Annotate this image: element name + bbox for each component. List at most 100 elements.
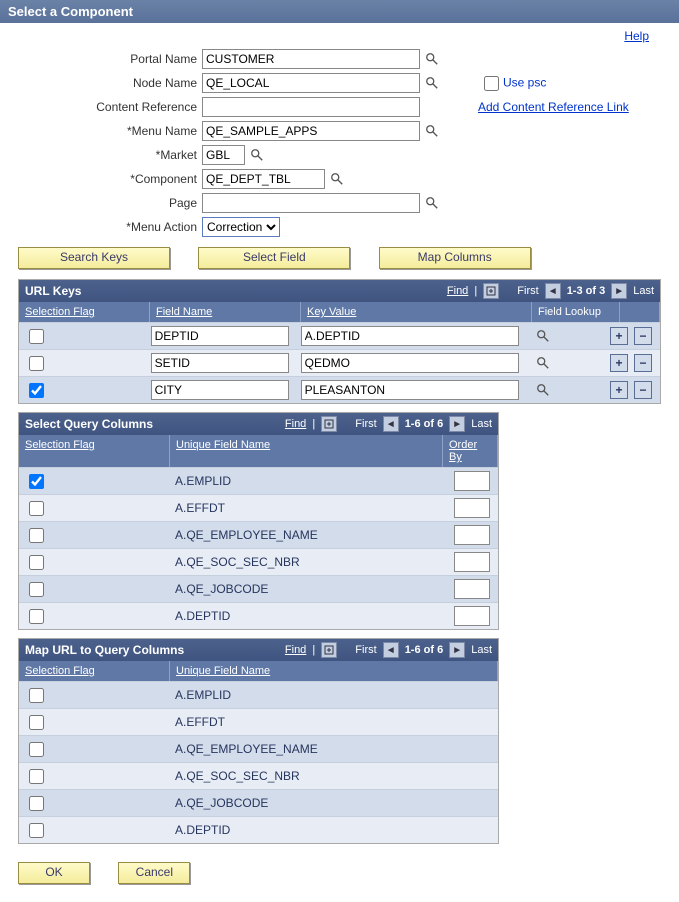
row-checkbox[interactable] (29, 823, 44, 838)
next-icon[interactable]: ► (449, 642, 465, 658)
lookup-icon[interactable] (535, 355, 551, 371)
lookup-icon[interactable] (424, 123, 440, 139)
field-name-label: A.QE_EMPLOYEE_NAME (169, 736, 498, 762)
field-name-label: A.EMPLID (169, 468, 448, 494)
add-content-ref-link[interactable]: Add Content Reference Link (478, 100, 629, 114)
row-checkbox[interactable] (29, 688, 44, 703)
delete-row-icon[interactable]: − (634, 327, 652, 345)
row-checkbox[interactable] (29, 582, 44, 597)
find-link[interactable]: Find (285, 644, 306, 656)
key-value-input[interactable] (301, 353, 519, 373)
add-row-icon[interactable]: + (610, 354, 628, 372)
label-page: Page (0, 196, 202, 210)
cancel-button[interactable]: Cancel (118, 862, 190, 884)
table-row: A.EFFDT (19, 494, 498, 521)
col-key-value[interactable]: Key Value (301, 302, 532, 322)
row-checkbox[interactable] (29, 742, 44, 757)
field-name-input[interactable] (151, 353, 289, 373)
ok-button[interactable]: OK (18, 862, 90, 884)
content-ref-input[interactable] (202, 97, 420, 117)
page-title: Select a Component (0, 0, 679, 23)
use-psc-checkbox[interactable] (484, 76, 499, 91)
field-name-input[interactable] (151, 380, 289, 400)
order-by-input[interactable] (454, 498, 490, 518)
next-icon[interactable]: ► (449, 416, 465, 432)
field-name-input[interactable] (151, 326, 289, 346)
row-checkbox[interactable] (29, 474, 44, 489)
col-selection-flag[interactable]: Selection Flag (19, 302, 150, 322)
search-keys-button[interactable]: Search Keys (18, 247, 170, 269)
map-url-columns-panel: Map URL to Query Columns Find | First ◄ … (18, 638, 499, 844)
row-checkbox[interactable] (29, 555, 44, 570)
prev-icon[interactable]: ◄ (545, 283, 561, 299)
row-checkbox[interactable] (29, 329, 44, 344)
row-checkbox[interactable] (29, 383, 44, 398)
label-market: Market (0, 148, 202, 162)
next-icon[interactable]: ► (611, 283, 627, 299)
order-by-input[interactable] (454, 552, 490, 572)
row-checkbox[interactable] (29, 356, 44, 371)
zoom-icon[interactable] (321, 416, 337, 432)
component-input[interactable] (202, 169, 325, 189)
first-label: First (355, 644, 376, 656)
table-row: A.EFFDT (19, 708, 498, 735)
node-name-input[interactable] (202, 73, 420, 93)
delete-row-icon[interactable]: − (634, 354, 652, 372)
key-value-input[interactable] (301, 380, 519, 400)
col-unique-field-name[interactable]: Unique Field Name (170, 661, 498, 681)
row-checkbox[interactable] (29, 715, 44, 730)
order-by-input[interactable] (454, 579, 490, 599)
delete-row-icon[interactable]: − (634, 381, 652, 399)
panel-title: Map URL to Query Columns (25, 643, 184, 657)
prev-icon[interactable]: ◄ (383, 642, 399, 658)
lookup-icon[interactable] (535, 382, 551, 398)
page-input[interactable] (202, 193, 420, 213)
lookup-icon[interactable] (535, 328, 551, 344)
table-row: A.EMPLID (19, 467, 498, 494)
last-label: Last (471, 418, 492, 430)
map-columns-button[interactable]: Map Columns (379, 247, 531, 269)
market-input[interactable] (202, 145, 245, 165)
add-row-icon[interactable]: + (610, 381, 628, 399)
col-field-lookup: Field Lookup (532, 302, 620, 322)
col-order-by[interactable]: Order By (443, 435, 498, 467)
order-by-input[interactable] (454, 606, 490, 626)
lookup-icon[interactable] (329, 171, 345, 187)
panel-title: Select Query Columns (25, 417, 153, 431)
col-field-name[interactable]: Field Name (150, 302, 301, 322)
field-name-label: A.EFFDT (169, 495, 448, 521)
menu-action-select[interactable]: Correction (202, 217, 280, 237)
zoom-icon[interactable] (483, 283, 499, 299)
label-node-name: Node Name (0, 76, 202, 90)
table-row: A.QE_JOBCODE (19, 575, 498, 602)
col-selection-flag[interactable]: Selection Flag (19, 661, 170, 681)
row-checkbox[interactable] (29, 501, 44, 516)
add-row-icon[interactable]: + (610, 327, 628, 345)
col-selection-flag[interactable]: Selection Flag (19, 435, 170, 467)
lookup-icon[interactable] (249, 147, 265, 163)
lookup-icon[interactable] (424, 195, 440, 211)
row-checkbox[interactable] (29, 769, 44, 784)
find-link[interactable]: Find (447, 285, 468, 297)
row-checkbox[interactable] (29, 609, 44, 624)
row-checkbox[interactable] (29, 528, 44, 543)
col-unique-field-name[interactable]: Unique Field Name (170, 435, 443, 467)
order-by-input[interactable] (454, 525, 490, 545)
key-value-input[interactable] (301, 326, 519, 346)
order-by-input[interactable] (454, 471, 490, 491)
help-link[interactable]: Help (624, 29, 649, 43)
table-row: A.QE_EMPLOYEE_NAME (19, 735, 498, 762)
row-checkbox[interactable] (29, 796, 44, 811)
field-name-label: A.QE_JOBCODE (169, 576, 448, 602)
table-row: A.QE_JOBCODE (19, 789, 498, 816)
zoom-icon[interactable] (321, 642, 337, 658)
find-link[interactable]: Find (285, 418, 306, 430)
table-row: A.EMPLID (19, 681, 498, 708)
label-component: Component (0, 172, 202, 186)
portal-name-input[interactable] (202, 49, 420, 69)
prev-icon[interactable]: ◄ (383, 416, 399, 432)
menu-name-input[interactable] (202, 121, 420, 141)
lookup-icon[interactable] (424, 51, 440, 67)
select-field-button[interactable]: Select Field (198, 247, 350, 269)
lookup-icon[interactable] (424, 75, 440, 91)
